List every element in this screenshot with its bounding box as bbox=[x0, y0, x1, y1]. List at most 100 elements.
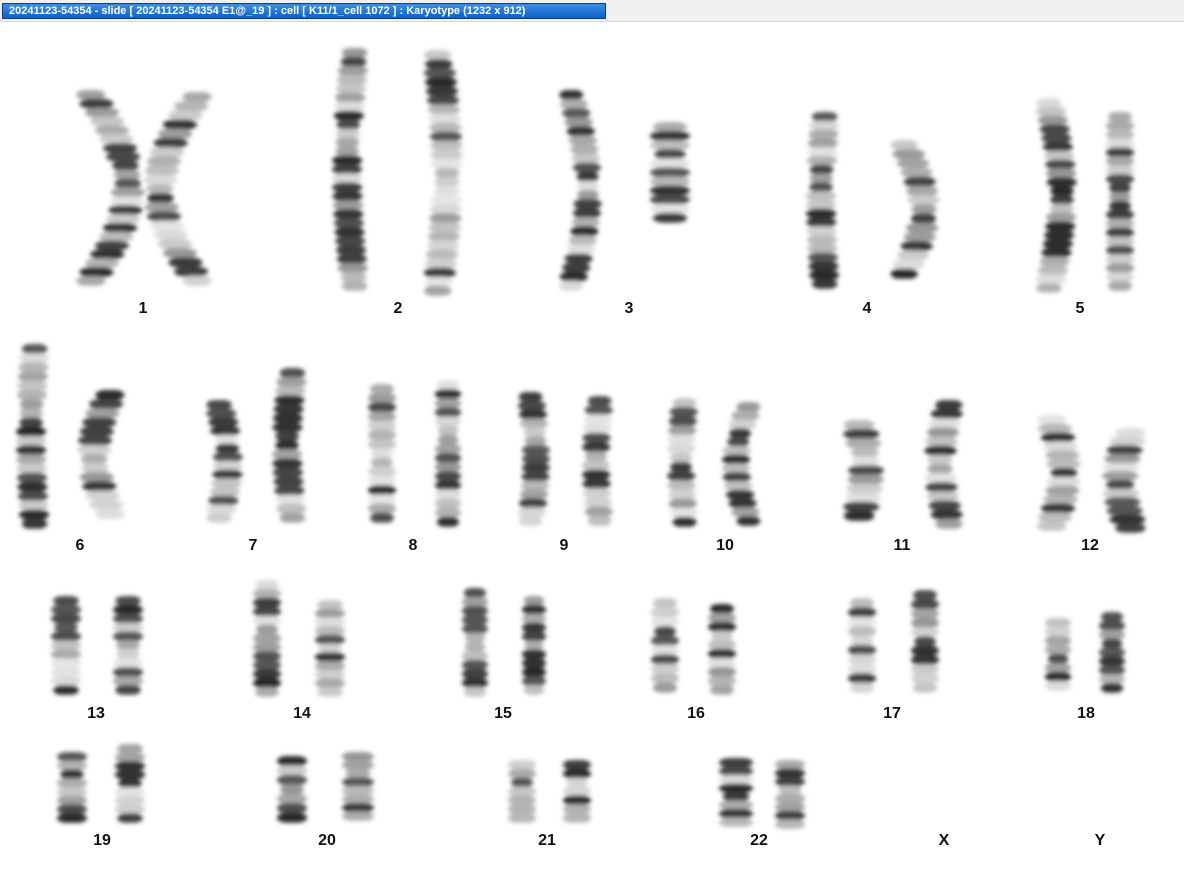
window-title[interactable]: 20241123-54354 - slide [ 20241123-54354 … bbox=[2, 3, 606, 19]
chromosome-band bbox=[315, 608, 345, 619]
chromosome-10a[interactable] bbox=[667, 398, 698, 527]
chromosome-13b[interactable] bbox=[113, 596, 143, 695]
chromosome-10b[interactable] bbox=[722, 402, 761, 526]
chromosome-band bbox=[427, 240, 459, 251]
chromosome-21a[interactable] bbox=[508, 760, 536, 823]
chromosome-band bbox=[79, 472, 114, 483]
chromosome-17a[interactable] bbox=[848, 598, 876, 693]
chromosome-16a[interactable] bbox=[651, 598, 679, 693]
chromosome-band bbox=[1037, 115, 1068, 126]
chromosome-11b[interactable] bbox=[924, 400, 963, 529]
chromosome-20a[interactable] bbox=[277, 756, 307, 823]
chromosome-12a[interactable] bbox=[1037, 415, 1081, 531]
chromosome-band bbox=[508, 795, 536, 806]
chromosome-19a[interactable] bbox=[57, 752, 87, 823]
chromosome-band bbox=[115, 685, 141, 695]
chromosome-3b[interactable] bbox=[650, 122, 690, 223]
chromosome-15b[interactable] bbox=[522, 596, 546, 695]
chromosome-band bbox=[340, 272, 367, 282]
chromosome-band bbox=[318, 643, 342, 654]
chromosome-band bbox=[214, 434, 239, 445]
chromosome-band bbox=[1045, 627, 1071, 637]
chromosome-band bbox=[710, 604, 734, 614]
chromosome-band bbox=[519, 498, 547, 509]
chromosome-5b[interactable] bbox=[1106, 112, 1134, 291]
chromosome-band bbox=[906, 222, 939, 233]
chromosome-band bbox=[16, 436, 46, 446]
chromosome-band bbox=[436, 380, 459, 390]
chromosome-band bbox=[333, 218, 364, 229]
chromosome-7b[interactable] bbox=[272, 368, 307, 523]
chromosome-8b[interactable] bbox=[435, 380, 461, 527]
chromosome-band bbox=[272, 413, 303, 424]
chromosome-band bbox=[650, 203, 690, 214]
chromosome-band bbox=[522, 676, 546, 686]
chromosome-band bbox=[1106, 272, 1134, 282]
chromosome-9a[interactable] bbox=[517, 392, 550, 526]
chromosome-3a[interactable] bbox=[559, 90, 602, 291]
chromosome-20b[interactable] bbox=[342, 752, 374, 821]
chromosome-band bbox=[106, 152, 141, 162]
label-chromosome-2: 2 bbox=[393, 300, 403, 317]
chromosome-band bbox=[775, 768, 805, 778]
chromosome-band bbox=[1041, 133, 1072, 143]
chromosome-band bbox=[163, 248, 197, 259]
chromosome-19b[interactable] bbox=[115, 744, 145, 823]
chromosome-15a[interactable] bbox=[462, 588, 488, 697]
chromosome-2a[interactable] bbox=[332, 48, 368, 291]
chromosome-band bbox=[775, 760, 805, 770]
chromosome-band bbox=[650, 194, 690, 205]
chromosome-21b[interactable] bbox=[563, 760, 591, 823]
chromosome-8a[interactable] bbox=[368, 384, 396, 523]
chromosome-16b[interactable] bbox=[708, 604, 736, 695]
chromosome-4b[interactable] bbox=[890, 140, 940, 279]
chromosome-band bbox=[1045, 450, 1080, 460]
chromosome-band bbox=[1050, 203, 1074, 214]
chromosome-18b[interactable] bbox=[1099, 612, 1125, 693]
label-chromosome-6: 6 bbox=[75, 537, 85, 554]
chromosome-14b[interactable] bbox=[315, 600, 345, 697]
chromosome-13a[interactable] bbox=[51, 596, 81, 695]
chromosome-band bbox=[927, 454, 953, 465]
chromosome-18a[interactable] bbox=[1045, 618, 1071, 691]
chromosome-band bbox=[90, 116, 125, 127]
chromosome-1a[interactable] bbox=[76, 90, 145, 286]
chromosome-11a[interactable] bbox=[843, 420, 884, 521]
chromosome-6a[interactable] bbox=[16, 344, 50, 529]
label-chromosome-9: 9 bbox=[559, 537, 569, 554]
chromosome-band bbox=[566, 244, 595, 255]
chromosome-band bbox=[342, 752, 374, 762]
chromosome-band bbox=[315, 661, 345, 671]
chromosome-band bbox=[524, 436, 547, 446]
chromosome-band bbox=[116, 640, 140, 651]
chromosome-band bbox=[95, 390, 125, 400]
chromosome-band bbox=[279, 368, 306, 378]
chromosome-5a[interactable] bbox=[1036, 98, 1077, 293]
label-chromosome-8: 8 bbox=[408, 537, 418, 554]
chromosome-band bbox=[722, 792, 750, 802]
chromosome-1b[interactable] bbox=[143, 92, 212, 286]
chromosome-2b[interactable] bbox=[423, 50, 463, 296]
chromosome-band bbox=[51, 667, 81, 677]
chromosome-6b[interactable] bbox=[77, 390, 125, 519]
chromosome-band bbox=[1044, 230, 1075, 240]
chromosome-band bbox=[583, 488, 612, 499]
chromosome-band bbox=[425, 59, 453, 69]
chromosome-22a[interactable] bbox=[719, 758, 753, 827]
chromosome-band bbox=[563, 786, 591, 797]
chromosome-band bbox=[906, 186, 939, 196]
chromosome-7a[interactable] bbox=[206, 400, 243, 523]
chromosome-4a[interactable] bbox=[806, 112, 840, 289]
chromosome-22b[interactable] bbox=[775, 760, 805, 829]
chromosome-band bbox=[562, 108, 591, 119]
chromosome-band bbox=[1041, 247, 1072, 258]
chromosome-17b[interactable] bbox=[911, 590, 939, 693]
chromosome-9b[interactable] bbox=[582, 396, 613, 526]
chromosome-band bbox=[518, 392, 543, 402]
chromosome-band bbox=[653, 598, 677, 609]
chromosome-12b[interactable] bbox=[1102, 428, 1146, 533]
chromosome-14a[interactable] bbox=[253, 580, 281, 697]
chromosome-band bbox=[903, 232, 936, 242]
chromosome-band bbox=[850, 447, 879, 458]
chromosome-band bbox=[508, 813, 536, 823]
